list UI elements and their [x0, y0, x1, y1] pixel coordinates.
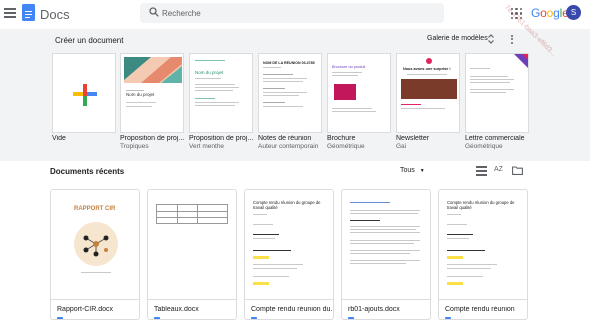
top-bar: Docs Google S: [0, 0, 590, 28]
doc-preview: RAPPORT CIR: [51, 190, 139, 300]
preview-title: Compte rendu réunion du groupe de travai…: [447, 200, 515, 210]
recent-doc-card[interactable]: RAPPORT CIR Rapport-CIR.docx: [50, 189, 140, 320]
account-avatar[interactable]: S: [566, 5, 581, 20]
template-thumbnail[interactable]: Nom du projet: [189, 53, 253, 133]
docs-home: Docs Google S Créer un document Galerie …: [0, 0, 590, 320]
docs-logo-icon[interactable]: [22, 4, 35, 21]
search-bar[interactable]: [140, 3, 444, 23]
doc-name: Compte rendu réunion: [445, 306, 515, 313]
recent-documents-title: Documents récents: [50, 167, 125, 176]
search-input[interactable]: [162, 3, 432, 23]
doc-preview: Compte rendu réunion du groupe de travai…: [245, 190, 333, 300]
recent-doc-card[interactable]: rb01-ajouts.docx: [341, 189, 431, 320]
newsletter-image: [401, 79, 457, 99]
template-project-tropiques[interactable]: Nom du projet Proposition de proj... Tro…: [120, 53, 184, 150]
doc-preview: [148, 190, 236, 300]
template-gallery-button[interactable]: Galerie de modèles: [427, 35, 488, 42]
template-thumbnail[interactable]: NOM DE LA RÉUNION 03.4785: [258, 53, 322, 133]
doc-preview: [342, 190, 430, 300]
template-subtitle: Tropiques: [120, 143, 149, 150]
template-blank[interactable]: Vide: [52, 53, 116, 142]
doc-name: Rapport-CIR.docx: [57, 306, 114, 313]
molecule-graphic: [83, 235, 109, 257]
thumb-title: Nom du projet: [195, 70, 224, 75]
templates-section-title: Créer un document: [55, 36, 124, 45]
template-meeting-notes[interactable]: NOM DE LA RÉUNION 03.4785 Notes de réuni…: [258, 53, 322, 150]
doc-preview: Compte rendu réunion du groupe de travai…: [439, 190, 527, 300]
caret-down-icon: ▼: [419, 168, 425, 174]
doc-name: Tableaux.docx: [154, 306, 199, 313]
recent-doc-card[interactable]: Compte rendu réunion du groupe de travai…: [438, 189, 528, 320]
preview-title: RAPPORT CIR: [74, 206, 116, 212]
folder-icon[interactable]: [512, 166, 523, 175]
search-icon[interactable]: [149, 7, 159, 17]
doc-name: Compte rendu réunion du...: [251, 306, 333, 313]
more-options-icon[interactable]: [510, 35, 514, 45]
app-name[interactable]: Docs: [40, 7, 70, 22]
owner-filter-label: Tous: [400, 167, 415, 174]
heart-icon: [426, 58, 432, 64]
hamburger-menu-icon[interactable]: [4, 8, 16, 18]
template-thumbnail[interactable]: Brochure du produit: [327, 53, 391, 133]
preview-table: [156, 204, 228, 224]
template-name: Newsletter: [396, 135, 430, 142]
template-subtitle: Gai: [396, 143, 407, 150]
thumb-title: NOM DE LA RÉUNION 03.4785: [263, 61, 315, 65]
template-thumbnail[interactable]: [52, 53, 116, 133]
accent-line: [195, 60, 225, 61]
doc-name: rb01-ajouts.docx: [348, 306, 400, 313]
template-gallery: Créer un document Galerie de modèles Vid…: [0, 29, 590, 161]
template-subtitle: Auteur contemporain: [258, 143, 319, 150]
template-name: Brochure: [327, 135, 356, 142]
template-subtitle: Vert menthe: [189, 143, 225, 150]
expand-collapse-icon[interactable]: [487, 33, 495, 45]
template-subtitle: Géométrique: [465, 143, 503, 150]
template-brochure[interactable]: Brochure du produit Brochure Géométrique: [327, 53, 391, 150]
list-view-icon[interactable]: [476, 166, 487, 176]
template-name: Proposition de proj...: [120, 135, 185, 142]
geometric-corner-graphic: [514, 54, 528, 68]
thumb-title: Nous avons une surprise !: [403, 67, 451, 71]
preview-title: Compte rendu réunion du groupe de travai…: [253, 200, 321, 210]
template-project-mint[interactable]: Nom du projet Proposition de proj... Ver…: [189, 53, 253, 150]
recent-doc-card[interactable]: Compte rendu réunion du groupe de travai…: [244, 189, 334, 320]
template-name: Proposition de proj...: [189, 135, 254, 142]
plus-icon: [73, 84, 97, 106]
brochure-image: [334, 84, 356, 100]
template-thumbnail[interactable]: [465, 53, 529, 133]
sort-az-icon[interactable]: AZ: [494, 166, 506, 176]
thumb-title: Brochure du produit: [332, 65, 366, 69]
recent-doc-card[interactable]: Tableaux.docx: [147, 189, 237, 320]
google-logo[interactable]: Google: [531, 6, 569, 20]
template-newsletter[interactable]: Nous avons une surprise ! Newsletter Gai: [396, 53, 460, 150]
template-name: Notes de réunion: [258, 135, 312, 142]
thumb-title: Nom du projet: [126, 92, 155, 97]
template-business-letter[interactable]: Lettre commerciale Géométrique: [465, 53, 529, 150]
owner-filter-dropdown[interactable]: Tous ▼: [400, 167, 425, 174]
template-subtitle: Géométrique: [327, 143, 365, 150]
template-thumbnail[interactable]: Nom du projet: [120, 53, 184, 133]
template-thumbnail[interactable]: Nous avons une surprise !: [396, 53, 460, 133]
template-name: Lettre commerciale: [465, 135, 525, 142]
